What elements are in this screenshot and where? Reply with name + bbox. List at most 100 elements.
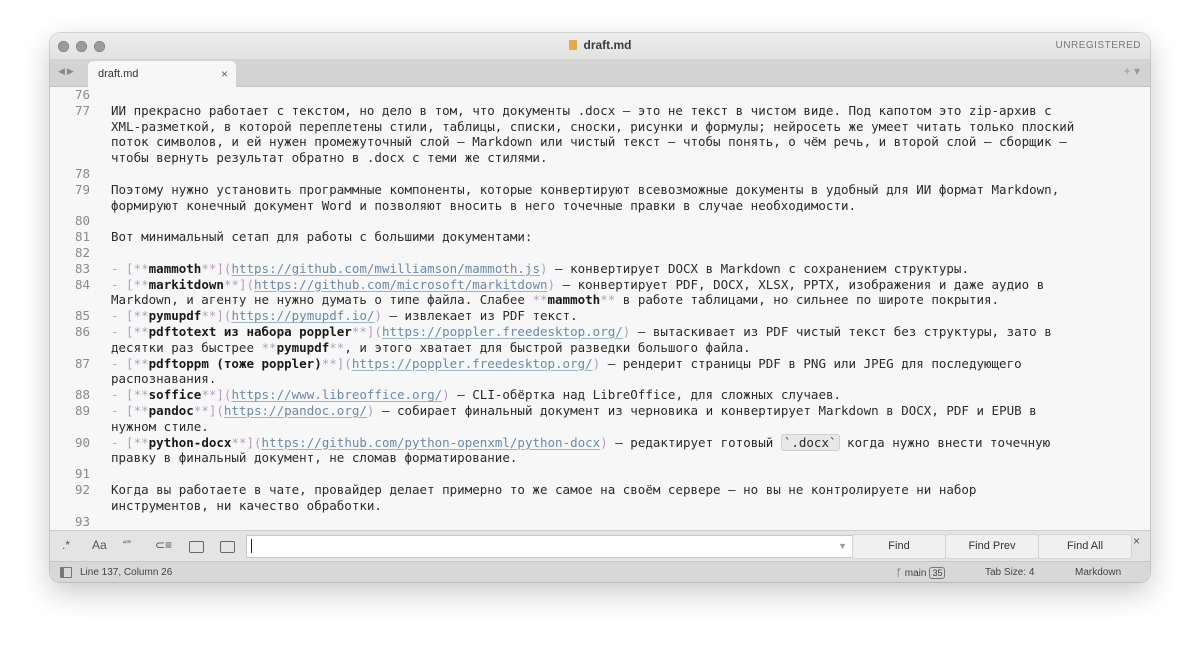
line-text: Вот минимальный сетап для работы с больш… <box>111 229 533 245</box>
bold-text: pymupdf <box>148 308 202 324</box>
line-text: - [**pdftotext из набора poppler**](http… <box>111 324 1052 339</box>
highlight-matches-toggle-icon[interactable] <box>220 541 235 553</box>
markdown-punctuation: **]( <box>231 434 262 450</box>
line-number: 91 <box>74 466 90 482</box>
tab-close-icon[interactable]: × <box>221 67 228 81</box>
line-text: - [**pandoc**](https://pandoc.org/) — со… <box>111 403 1037 418</box>
line-number: 81 <box>74 229 90 245</box>
sidebar-toggle-icon[interactable] <box>60 567 72 578</box>
line-text: нужном стиле. <box>111 418 209 434</box>
line-number: 77 <box>74 102 90 118</box>
line-text: десятки раз быстрее **pymupdf**, и этого… <box>111 339 751 355</box>
license-label: UNREGISTERED <box>1055 40 1141 51</box>
branch-name: main <box>904 568 927 579</box>
markdown-punctuation: ** <box>600 292 616 308</box>
markdown-punctuation: - [** <box>111 434 149 450</box>
line-number: 76 <box>74 87 90 102</box>
markdown-punctuation: - [** <box>111 355 149 371</box>
link-url[interactable]: https://github.com/python-openxml/python… <box>262 435 601 450</box>
syntax-selector[interactable]: Markdown <box>1075 567 1121 578</box>
tab-draft-md[interactable]: draft.md × <box>88 61 236 87</box>
case-sensitive-toggle[interactable]: Aa <box>92 538 107 552</box>
markdown-punctuation: ) <box>547 276 556 292</box>
line-text: чтобы вернуть результат обратно в .docx … <box>111 150 548 166</box>
find-prev-button[interactable]: Find Prev <box>945 534 1039 559</box>
regex-toggle[interactable]: .* <box>62 538 70 552</box>
tab-nav-arrows-icon[interactable]: ◀▶ <box>58 66 76 77</box>
link-url[interactable]: https://www.libreoffice.org/ <box>231 387 442 402</box>
bold-text: pdftoppm (тоже poppler) <box>148 355 322 371</box>
bold-text: pymupdf <box>276 339 330 355</box>
text-caret <box>251 539 252 553</box>
status-bar: Line 137, Column 26 ᚴ main 35 Tab Size: 4… <box>50 561 1150 582</box>
line-text: правку в финальный документ, не сломав ф… <box>111 450 518 466</box>
git-branch-status[interactable]: ᚴ main 35 <box>896 567 946 579</box>
in-selection-toggle-icon[interactable] <box>189 541 204 553</box>
markdown-punctuation: - [** <box>111 260 149 276</box>
line-text: ИИ прекрасно работает с текстом, но дело… <box>111 102 1052 118</box>
cursor-position: Line 137, Column 26 <box>80 567 173 578</box>
markdown-punctuation: ) <box>540 260 548 276</box>
line-text: Когда вы работаете в чате, провайдер дел… <box>111 482 977 497</box>
line-text: - [**markitdown**](https://github.com/mi… <box>111 276 1045 292</box>
line-text: - [**mammoth**](https://github.com/mwill… <box>111 260 969 276</box>
line-number: 79 <box>74 181 90 197</box>
link-url[interactable]: https://poppler.freedesktop.org/ <box>352 356 593 371</box>
line-number: 84 <box>74 276 90 292</box>
bold-text: pandoc <box>148 403 194 418</box>
line-number: 80 <box>74 213 90 229</box>
link-url[interactable]: https://github.com/microsoft/markitdown <box>254 277 548 292</box>
find-input[interactable]: ▼ <box>246 535 854 558</box>
line-number: 90 <box>74 434 90 450</box>
link-url[interactable]: https://poppler.freedesktop.org/ <box>382 324 623 339</box>
markdown-punctuation: **]( <box>193 403 224 418</box>
editor-window: draft.md UNREGISTERED ◀▶ draft.md × + ▾ … <box>50 33 1150 582</box>
link-url[interactable]: https://pymupdf.io/ <box>231 308 374 323</box>
window-title: draft.md <box>50 38 1150 52</box>
line-text: - [**soffice**](https://www.libreoffice.… <box>111 387 842 403</box>
link-url[interactable]: https://github.com/mwilliamson/mammoth.j… <box>231 261 540 276</box>
line-number: 85 <box>74 308 90 324</box>
line-number: 88 <box>74 387 90 403</box>
tab-size-selector[interactable]: Tab Size: 4 <box>985 567 1034 578</box>
markdown-punctuation: - [** <box>111 308 149 324</box>
markdown-punctuation: **]( <box>351 324 382 339</box>
markdown-punctuation: - [** <box>111 324 149 339</box>
link-url[interactable]: https://pandoc.org/ <box>224 403 367 418</box>
bold-text: mammoth <box>148 260 202 276</box>
line-number: 87 <box>74 355 90 371</box>
line-number: 93 <box>74 513 90 529</box>
line-text: формируют конечный документ Word и позво… <box>111 197 857 213</box>
line-text: инструментов, ни качество обработки. <box>111 497 382 513</box>
new-tab-and-menu-icon[interactable]: + ▾ <box>1124 64 1140 78</box>
markdown-punctuation: ) <box>374 308 382 324</box>
markdown-punctuation: ** <box>532 292 548 308</box>
bold-text: markitdown <box>148 276 224 292</box>
markdown-punctuation: ) <box>366 403 375 418</box>
line-number: 92 <box>74 482 90 497</box>
line-text: - [**pdftoppm (тоже poppler)**](https://… <box>111 355 1022 371</box>
find-panel: .* Aa “” ⊂≡ ▼ Find Find Prev Find All × <box>50 530 1150 561</box>
close-find-panel-icon[interactable]: × <box>1133 534 1140 548</box>
wrap-toggle[interactable]: ⊂≡ <box>155 538 172 552</box>
line-text: распознавания. <box>111 371 217 387</box>
find-button[interactable]: Find <box>852 534 946 559</box>
line-number: 83 <box>74 260 90 276</box>
whole-word-toggle[interactable]: “” <box>123 538 131 552</box>
text-editor[interactable]: 76 77 ИИ прекрасно работает с текстом, но … <box>50 87 1150 530</box>
find-all-button[interactable]: Find All <box>1038 534 1132 559</box>
find-history-dropdown-icon[interactable]: ▼ <box>838 541 847 551</box>
line-text: Поэтому нужно установить программные ком… <box>111 181 1060 197</box>
markdown-punctuation: **]( <box>201 308 232 324</box>
window-title-text: draft.md <box>583 38 632 52</box>
markdown-punctuation: - [** <box>111 403 149 418</box>
markdown-punctuation: **]( <box>223 276 255 292</box>
markdown-file-icon <box>568 40 577 50</box>
line-text: Markdown, и агенту не нужно думать о тип… <box>111 292 1000 308</box>
markdown-punctuation: - [** <box>111 276 149 292</box>
bold-text: mammoth <box>547 292 601 308</box>
title-bar: draft.md UNREGISTERED <box>50 33 1150 59</box>
markdown-punctuation: **]( <box>201 387 232 403</box>
markdown-punctuation: **]( <box>201 260 232 276</box>
markdown-punctuation: ) <box>592 355 601 371</box>
